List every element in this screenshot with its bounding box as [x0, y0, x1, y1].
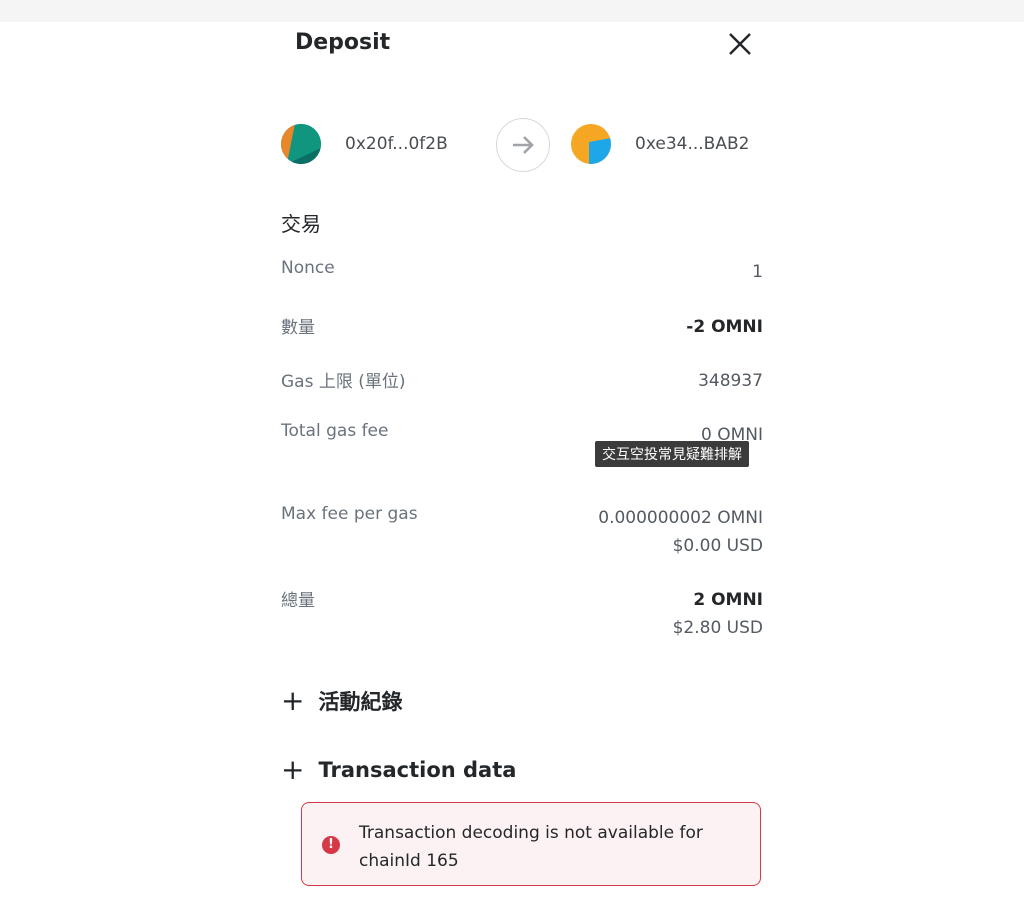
from-avatar	[281, 124, 321, 164]
row-value: 348937	[698, 371, 763, 391]
row-label: Gas 上限 (單位)	[281, 372, 406, 392]
tooltip: 交互空投常見疑難排解	[595, 441, 749, 467]
row-amount: 數量 -2 OMNI	[281, 313, 763, 338]
close-icon[interactable]	[726, 30, 754, 58]
to-address: 0xe34...BAB2	[635, 134, 750, 154]
row-value: 0.000000002 OMNI	[598, 508, 763, 528]
expander-label: 活動紀錄	[318, 690, 403, 714]
row-value: -2 OMNI	[686, 317, 763, 337]
row-value: 2 OMNI	[693, 590, 763, 610]
row-label: Nonce	[281, 258, 335, 278]
error-icon: !	[322, 836, 340, 854]
row-label: 總量	[281, 591, 315, 611]
page-title: Deposit	[295, 30, 391, 55]
row-total-gas-fee: Total gas fee 0 OMNI	[281, 421, 763, 445]
top-bar	[0, 0, 1024, 22]
activity-log-expander[interactable]: + 活動紀錄	[281, 686, 402, 716]
row-value: 1	[752, 262, 763, 282]
row-label: Max fee per gas	[281, 504, 418, 524]
row-max-fee: Max fee per gas 0.000000002 OMNI $0.00 US…	[281, 504, 763, 556]
to-account[interactable]: 0xe34...BAB2	[571, 124, 749, 164]
row-gas-limit: Gas 上限 (單位) 348937	[281, 367, 763, 392]
row-subvalue: $0.00 USD	[672, 536, 763, 556]
error-message: Transaction decoding is not available fo…	[359, 823, 703, 871]
row-label: 數量	[281, 318, 315, 338]
row-subvalue: $2.80 USD	[672, 618, 763, 638]
plus-icon: +	[281, 684, 305, 717]
from-address: 0x20f...0f2B	[345, 134, 448, 154]
expander-label: Transaction data	[318, 758, 517, 782]
row-label: Total gas fee	[281, 421, 389, 441]
row-total: 總量 2 OMNI $2.80 USD	[281, 586, 763, 638]
arrow-right-icon	[513, 136, 534, 154]
section-title: 交易	[281, 212, 321, 236]
row-nonce: Nonce 1	[281, 258, 763, 282]
direction-arrow	[496, 118, 550, 172]
to-avatar	[571, 124, 611, 164]
plus-icon: +	[281, 753, 305, 786]
from-account[interactable]: 0x20f...0f2B	[281, 124, 448, 164]
transaction-data-expander[interactable]: + Transaction data	[281, 756, 516, 784]
error-banner: ! Transaction decoding is not available …	[301, 802, 761, 886]
